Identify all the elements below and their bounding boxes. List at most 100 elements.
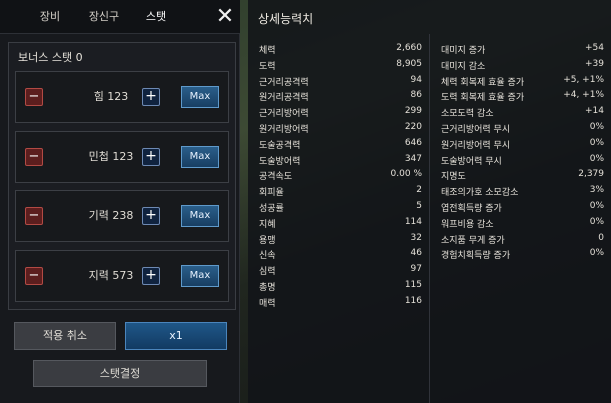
- stat-detail-value: 0%: [589, 122, 604, 132]
- stat-detail-row: 원거리방어력 220: [250, 122, 428, 138]
- stat-detail-name: 대미지 감소: [441, 61, 486, 72]
- stat-detail-row: 도력 8,905: [250, 59, 428, 75]
- tab-accessories[interactable]: 장신구: [74, 0, 134, 34]
- increase-button[interactable]: +: [142, 267, 160, 285]
- stat-detail-row: 근거리방어력 무시 0%: [432, 122, 610, 138]
- stat-detail-name: 매력: [259, 298, 276, 309]
- stat-detail-name: 신속: [259, 251, 276, 262]
- stat-detail-name: 소지품 무게 증가: [441, 235, 505, 246]
- stat-detail-row: 지혜 114: [250, 217, 428, 233]
- stat-detail-value: 2: [416, 185, 422, 196]
- stat-detail-value: 97: [410, 264, 422, 275]
- stat-detail-name: 체력 회복제 효율 증가: [441, 77, 525, 88]
- stat-detail-row: 도술방어력 347: [250, 154, 428, 170]
- stat-detail-name: 총명: [259, 283, 276, 293]
- stat-detail-value: 347: [404, 153, 422, 164]
- stat-detail-value: 46: [410, 248, 422, 259]
- stat-detail-row: 엽전획득량 증가 0%: [432, 201, 610, 217]
- stat-detail-name: 체력: [259, 46, 276, 56]
- decrease-button[interactable]: −: [25, 148, 43, 166]
- multiplier-button[interactable]: x1: [125, 322, 227, 350]
- stat-detail-row: 성공률 5: [250, 201, 428, 217]
- confirm-stat-button[interactable]: 스탯결정: [33, 360, 207, 387]
- stat-panel: 장비 장신구 스탯 ✕ 보너스 스탯 0 − 힘 123 + Max − 민첩 …: [0, 0, 240, 403]
- stat-detail-row: 체력 2,660: [250, 43, 428, 59]
- stat-detail-name: 대미지 증가: [441, 46, 486, 56]
- stat-detail-name: 용맹: [259, 235, 276, 246]
- stat-detail-name: 도술방어력: [259, 156, 301, 167]
- stat-detail-name: 워프비용 감소: [441, 219, 494, 230]
- stat-detail-name: 지혜: [259, 219, 276, 230]
- stat-detail-value: 2,379: [578, 169, 604, 180]
- stat-detail-value: 220: [404, 122, 422, 132]
- close-icon[interactable]: ✕: [212, 4, 238, 30]
- stat-detail-name: 경험치획득량 증가: [441, 251, 511, 262]
- stat-detail-value: 114: [404, 216, 422, 227]
- stat-detail-value: 0%: [589, 216, 604, 227]
- increase-button[interactable]: +: [142, 148, 160, 166]
- stat-detail-row: 원거리공격력 86: [250, 90, 428, 106]
- detail-stats-panel: 상세능력치 체력 2,660 도력 8,905 근거리공격력 94 원거리공격력 86 근거리방…: [248, 0, 611, 403]
- stat-detail-name: 엽전획득량 증가: [441, 204, 502, 214]
- stat-detail-row: 총명 115: [250, 280, 428, 296]
- stat-row-intelligence: − 지력 573 + Max: [15, 250, 229, 302]
- stat-detail-value: 0%: [589, 137, 604, 148]
- stat-detail-value: 0%: [589, 201, 604, 211]
- detail-stats-right-column: 대미지 증가 +54 대미지 감소 +39 체력 회복제 효율 증가 +5, +1% 도력 …: [432, 34, 611, 403]
- stat-detail-row: 근거리방어력 299: [250, 106, 428, 122]
- stat-detail-value: 5: [416, 201, 422, 211]
- stat-detail-value: +14: [585, 106, 604, 117]
- stat-row-strength: − 힘 123 + Max: [15, 71, 229, 123]
- stat-detail-value: 2,660: [396, 43, 422, 53]
- max-button[interactable]: Max: [181, 205, 219, 227]
- decrease-button[interactable]: −: [25, 207, 43, 225]
- stat-detail-row: 근거리공격력 94: [250, 75, 428, 91]
- stat-detail-row: 소모도력 감소 +14: [432, 106, 610, 122]
- max-button[interactable]: Max: [181, 265, 219, 287]
- stat-detail-value: +5, +1%: [563, 74, 604, 85]
- stat-detail-row: 원거리방어력 무시 0%: [432, 138, 610, 154]
- stat-detail-name: 근거리공격력: [259, 77, 309, 88]
- stat-detail-name: 도력 회복제 효율 증가: [441, 93, 525, 104]
- stat-detail-row: 워프비용 감소 0%: [432, 217, 610, 233]
- stat-detail-value: 3%: [589, 185, 604, 196]
- stat-detail-row: 도술방어력 무시 0%: [432, 154, 610, 170]
- stat-detail-value: 86: [410, 90, 422, 101]
- stat-detail-row: 회피율 2: [250, 185, 428, 201]
- stat-detail-row: 대미지 감소 +39: [432, 59, 610, 75]
- stat-detail-value: 0%: [589, 248, 604, 259]
- stat-detail-value: +4, +1%: [563, 90, 604, 101]
- stat-detail-row: 태조의가호 소모감소 3%: [432, 185, 610, 201]
- stat-detail-name: 원거리방어력: [259, 125, 309, 135]
- stat-detail-name: 근거리방어력: [259, 109, 309, 120]
- stat-detail-row: 경험치획득량 증가 0%: [432, 248, 610, 264]
- detail-stats-left-column: 체력 2,660 도력 8,905 근거리공격력 94 원거리공격력 86 근거리방어력 299 원…: [250, 34, 430, 403]
- tab-bar: 장비 장신구 스탯 ✕: [0, 0, 240, 34]
- stat-detail-row: 신속 46: [250, 248, 428, 264]
- stat-detail-row: 지명도 2,379: [432, 169, 610, 185]
- stat-detail-name: 회피율: [259, 188, 284, 199]
- max-button[interactable]: Max: [181, 86, 219, 108]
- increase-button[interactable]: +: [142, 207, 160, 225]
- tab-equipment[interactable]: 장비: [20, 0, 80, 34]
- stat-detail-value: 115: [404, 280, 422, 290]
- decrease-button[interactable]: −: [25, 267, 43, 285]
- stat-detail-value: 646: [404, 137, 422, 148]
- bonus-stat-title: 보너스 스탯 0: [18, 51, 83, 64]
- stat-detail-value: +54: [585, 43, 604, 53]
- stat-detail-name: 소모도력 감소: [441, 109, 494, 120]
- tab-stats[interactable]: 스탯: [126, 0, 186, 34]
- stat-detail-value: +39: [585, 58, 604, 69]
- stat-detail-value: 116: [404, 295, 422, 306]
- stat-detail-name: 성공률: [259, 204, 284, 214]
- stat-detail-value: 94: [410, 74, 422, 85]
- stat-detail-row: 도술공격력 646: [250, 138, 428, 154]
- stat-detail-name: 심력: [259, 267, 276, 278]
- cancel-apply-button[interactable]: 적용 취소: [14, 322, 116, 350]
- stat-detail-value: 0.00 %: [390, 169, 422, 180]
- decrease-button[interactable]: −: [25, 88, 43, 106]
- max-button[interactable]: Max: [181, 146, 219, 168]
- increase-button[interactable]: +: [142, 88, 160, 106]
- stat-detail-value: 32: [410, 232, 422, 243]
- stat-detail-row: 매력 116: [250, 296, 428, 312]
